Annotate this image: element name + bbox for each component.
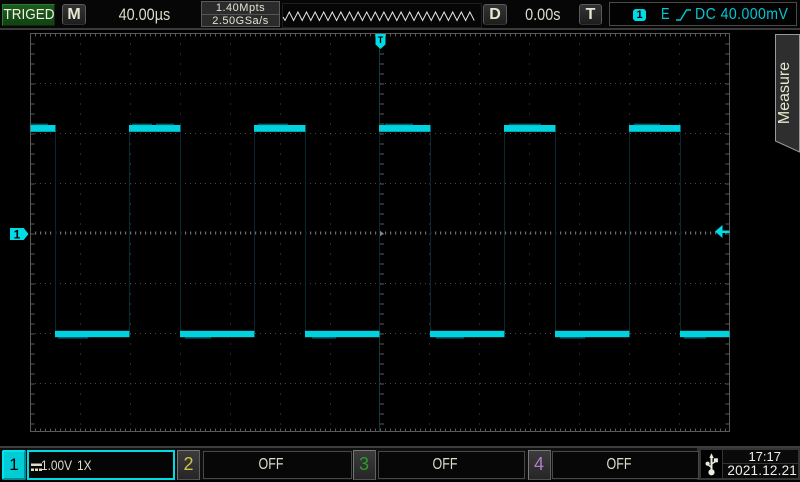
- svg-text:Measure: Measure: [776, 62, 793, 124]
- svg-text:T: T: [378, 35, 384, 45]
- svg-text:1: 1: [14, 228, 21, 242]
